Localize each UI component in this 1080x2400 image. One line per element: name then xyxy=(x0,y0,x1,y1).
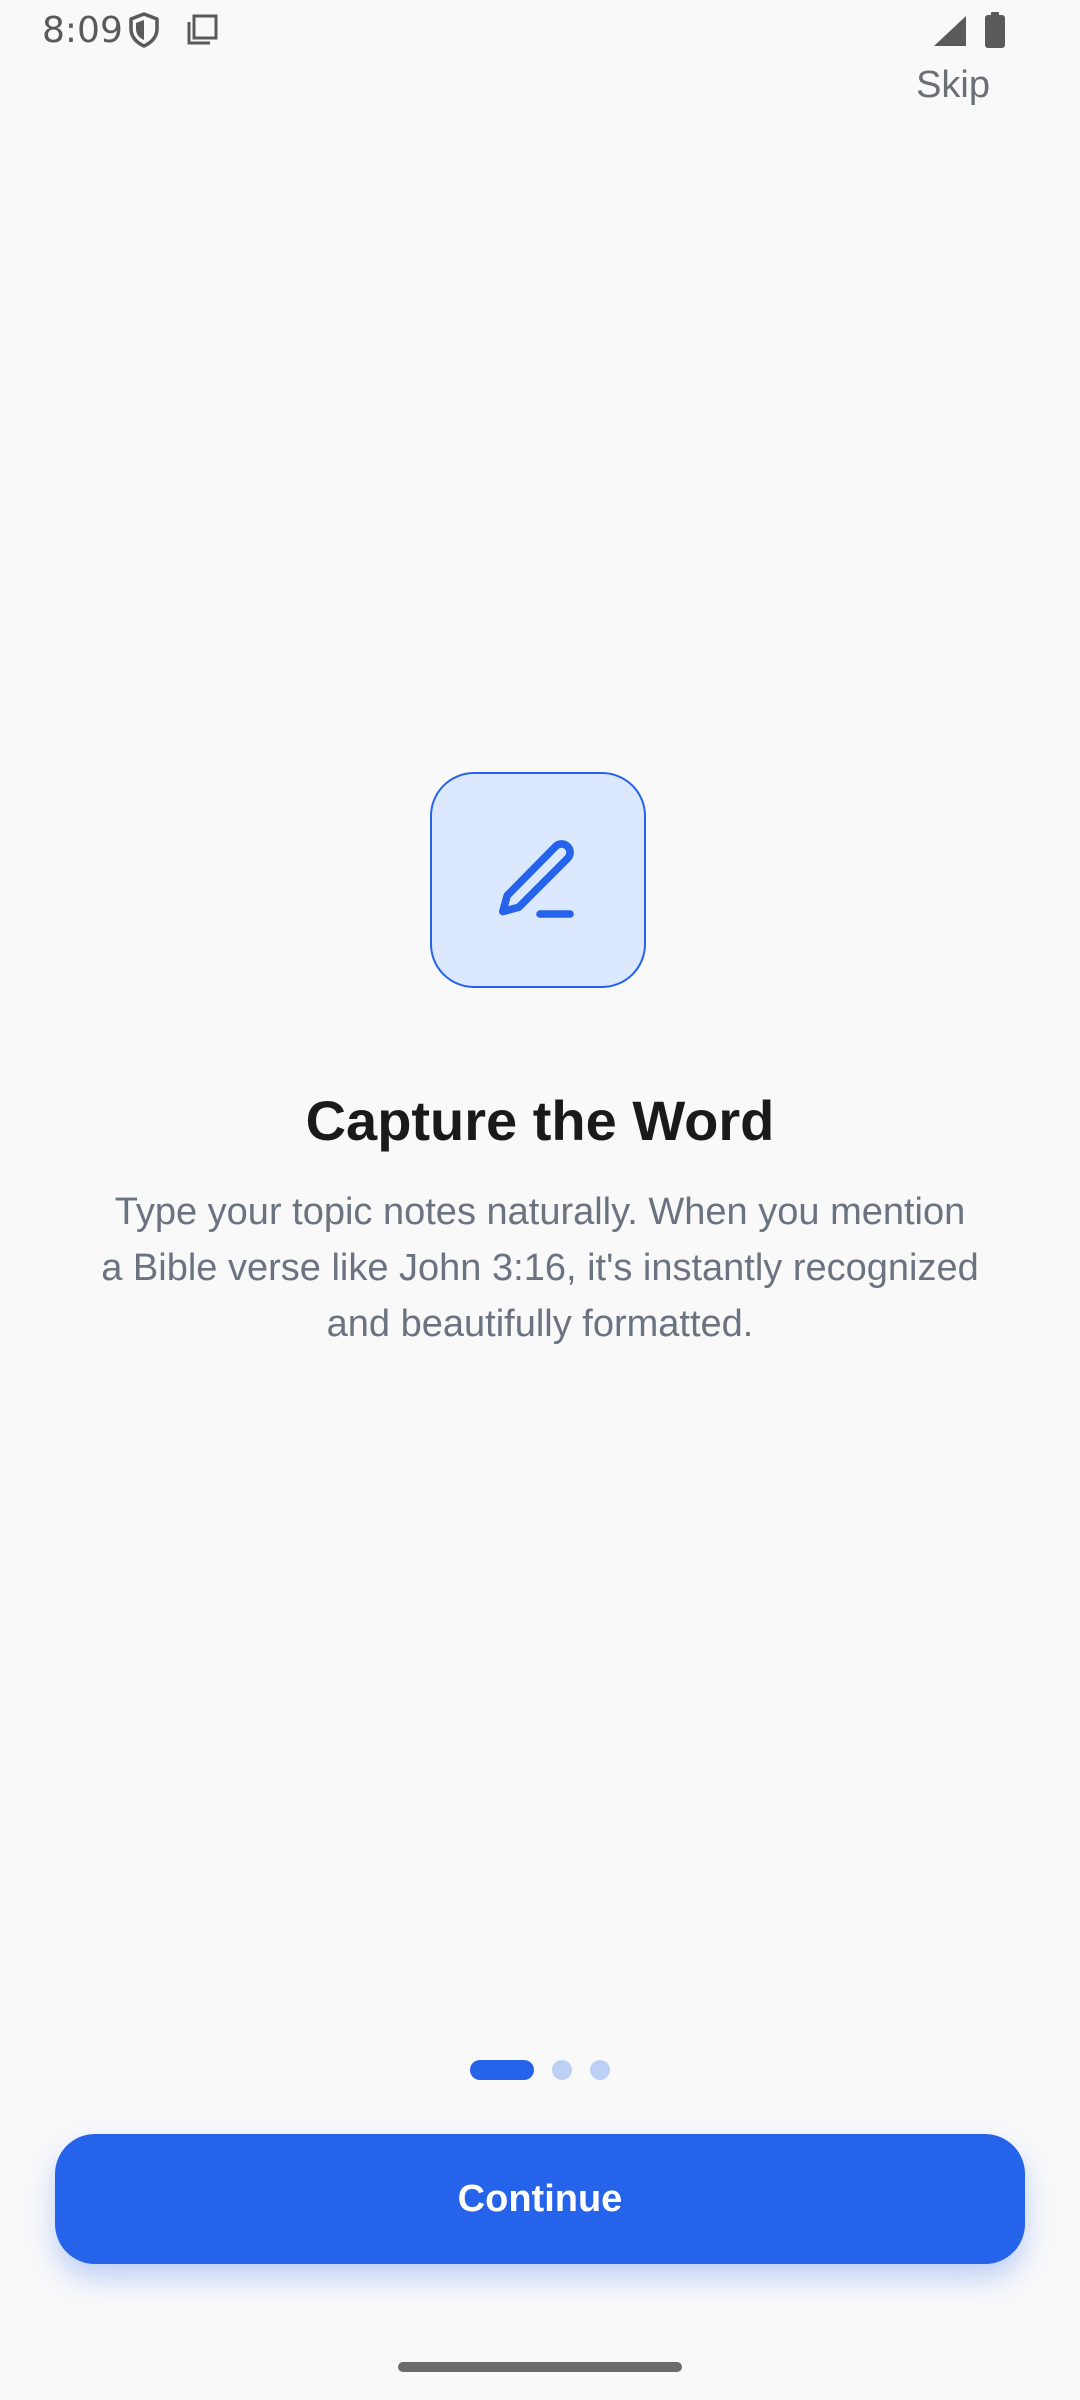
skip-button[interactable]: Skip xyxy=(908,58,998,113)
status-bar: 8:09 xyxy=(0,0,1080,64)
feature-description: Type your topic notes naturally. When yo… xyxy=(101,1191,979,1345)
shield-icon xyxy=(129,12,159,48)
page-dot-active xyxy=(470,2060,534,2080)
screen-copy-icon xyxy=(187,14,218,45)
signal-icon xyxy=(934,16,966,46)
status-time: 8:09 xyxy=(42,10,123,51)
battery-icon xyxy=(985,12,1005,48)
pen-icon xyxy=(499,840,574,918)
continue-button[interactable]: Continue xyxy=(55,2134,1025,2264)
page-indicator xyxy=(0,2060,1080,2080)
feature-illustration xyxy=(430,772,646,988)
home-indicator[interactable] xyxy=(398,2362,682,2372)
page-title: Capture the Word xyxy=(305,1089,775,1152)
page-dot xyxy=(552,2060,572,2080)
page-dot xyxy=(590,2060,610,2080)
